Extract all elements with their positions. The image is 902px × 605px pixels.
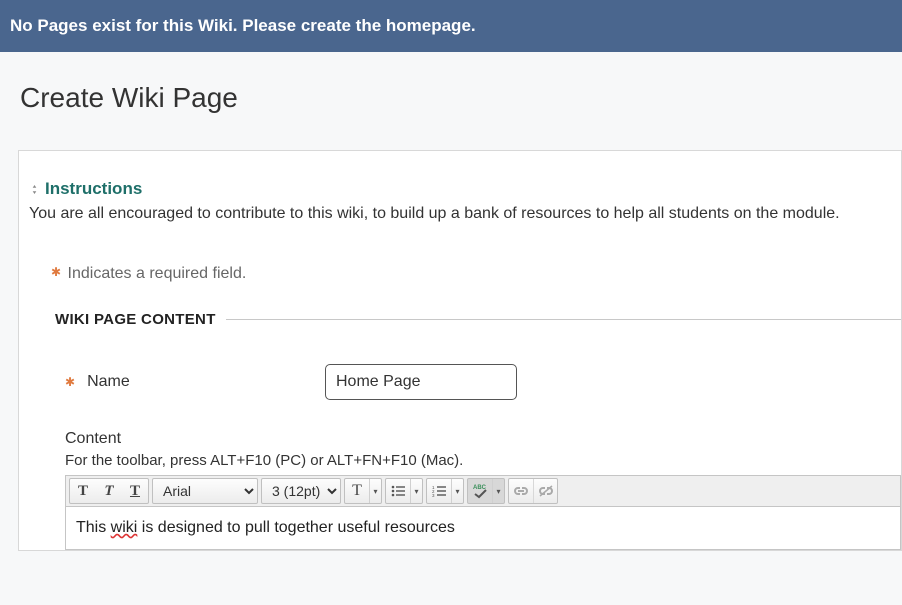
chevron-down-icon: ▾: [492, 479, 504, 503]
collapse-icon: [29, 184, 39, 194]
text-color-button[interactable]: T ▾: [344, 478, 382, 504]
editor-text-misspelled: wiki: [111, 519, 138, 536]
numbered-list-button[interactable]: 1 2 3 ▾: [426, 478, 464, 504]
name-field-row: ✱ Name: [65, 364, 901, 400]
italic-button[interactable]: T: [96, 479, 122, 503]
asterisk-icon: ✱: [51, 265, 61, 279]
editor-text-prefix: This: [76, 519, 111, 536]
chevron-down-icon: ▾: [451, 479, 463, 503]
toolbar-hint: For the toolbar, press ALT+F10 (PC) or A…: [65, 452, 901, 469]
font-size-select[interactable]: 3 (12pt): [261, 478, 341, 504]
required-note-text: Indicates a required field.: [68, 265, 247, 282]
editor-text-suffix: is designed to pull together useful reso…: [137, 519, 455, 536]
name-label: Name: [87, 373, 130, 391]
text-color-icon: T: [345, 479, 369, 503]
content-area: Instructions You are all encouraged to c…: [18, 150, 902, 551]
section-heading-row: WIKI PAGE CONTENT: [55, 311, 901, 328]
rich-text-editor: T T T Arial 3 (12pt) T ▾: [65, 475, 901, 550]
text-style-group: T T T: [69, 478, 149, 504]
instructions-toggle[interactable]: Instructions: [29, 179, 901, 199]
section-divider: [226, 319, 901, 320]
form-panel: ✱ Indicates a required field. WIKI PAGE …: [51, 247, 901, 550]
svg-text:3: 3: [432, 493, 435, 497]
insert-link-button[interactable]: [509, 479, 533, 503]
section-heading: WIKI PAGE CONTENT: [55, 311, 226, 328]
instructions-heading: Instructions: [45, 179, 142, 199]
remove-link-button[interactable]: [533, 479, 557, 503]
instructions-text: You are all encouraged to contribute to …: [29, 205, 901, 223]
numbered-list-icon: 1 2 3: [427, 479, 451, 503]
bullet-list-button[interactable]: ▾: [385, 478, 423, 504]
required-field-note: ✱ Indicates a required field.: [51, 265, 901, 283]
notification-banner: No Pages exist for this Wiki. Please cre…: [0, 0, 902, 52]
name-input[interactable]: [325, 364, 517, 400]
banner-text: No Pages exist for this Wiki. Please cre…: [10, 16, 476, 35]
spellcheck-button[interactable]: ABC ▾: [467, 478, 505, 504]
chevron-down-icon: ▾: [369, 479, 381, 503]
bullet-list-icon: [386, 479, 410, 503]
page-title: Create Wiki Page: [0, 52, 902, 132]
asterisk-icon: ✱: [65, 375, 75, 389]
chevron-down-icon: ▾: [410, 479, 422, 503]
underline-button[interactable]: T: [122, 479, 148, 503]
bold-button[interactable]: T: [70, 479, 96, 503]
editor-content-area[interactable]: This wiki is designed to pull together u…: [65, 507, 901, 550]
editor-toolbar: T T T Arial 3 (12pt) T ▾: [65, 475, 901, 507]
font-family-select[interactable]: Arial: [152, 478, 258, 504]
spellcheck-icon: ABC: [468, 479, 492, 503]
content-label: Content: [65, 430, 901, 448]
link-group: [508, 478, 558, 504]
